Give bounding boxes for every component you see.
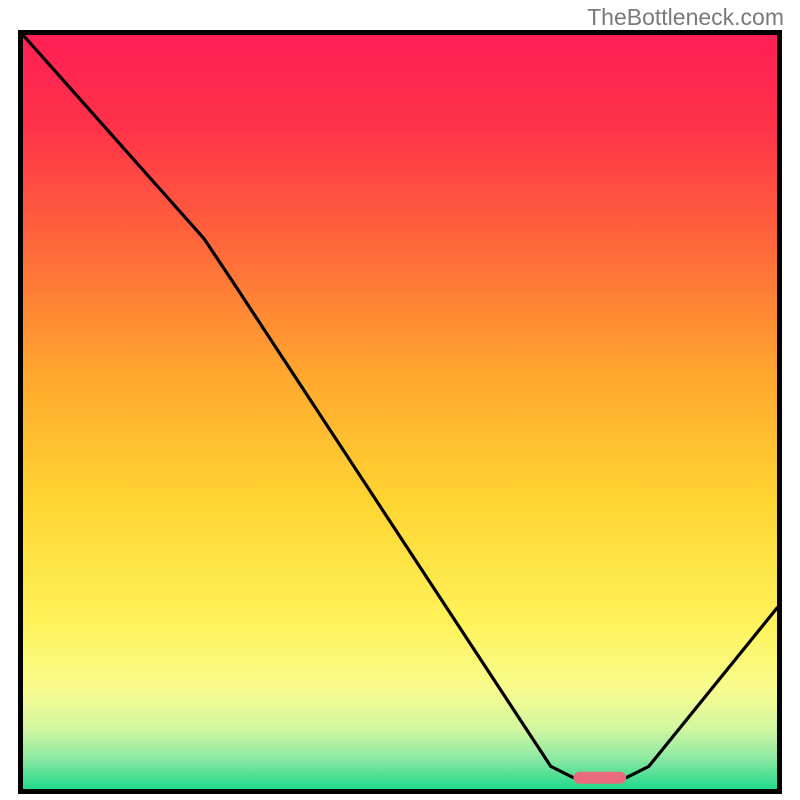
chart-svg — [23, 35, 777, 789]
chart-stage: TheBottleneck.com — [0, 0, 800, 800]
watermark-text: TheBottleneck.com — [587, 4, 784, 31]
optimal-marker — [573, 772, 626, 784]
gradient-background — [23, 35, 777, 789]
chart-frame — [18, 30, 782, 794]
